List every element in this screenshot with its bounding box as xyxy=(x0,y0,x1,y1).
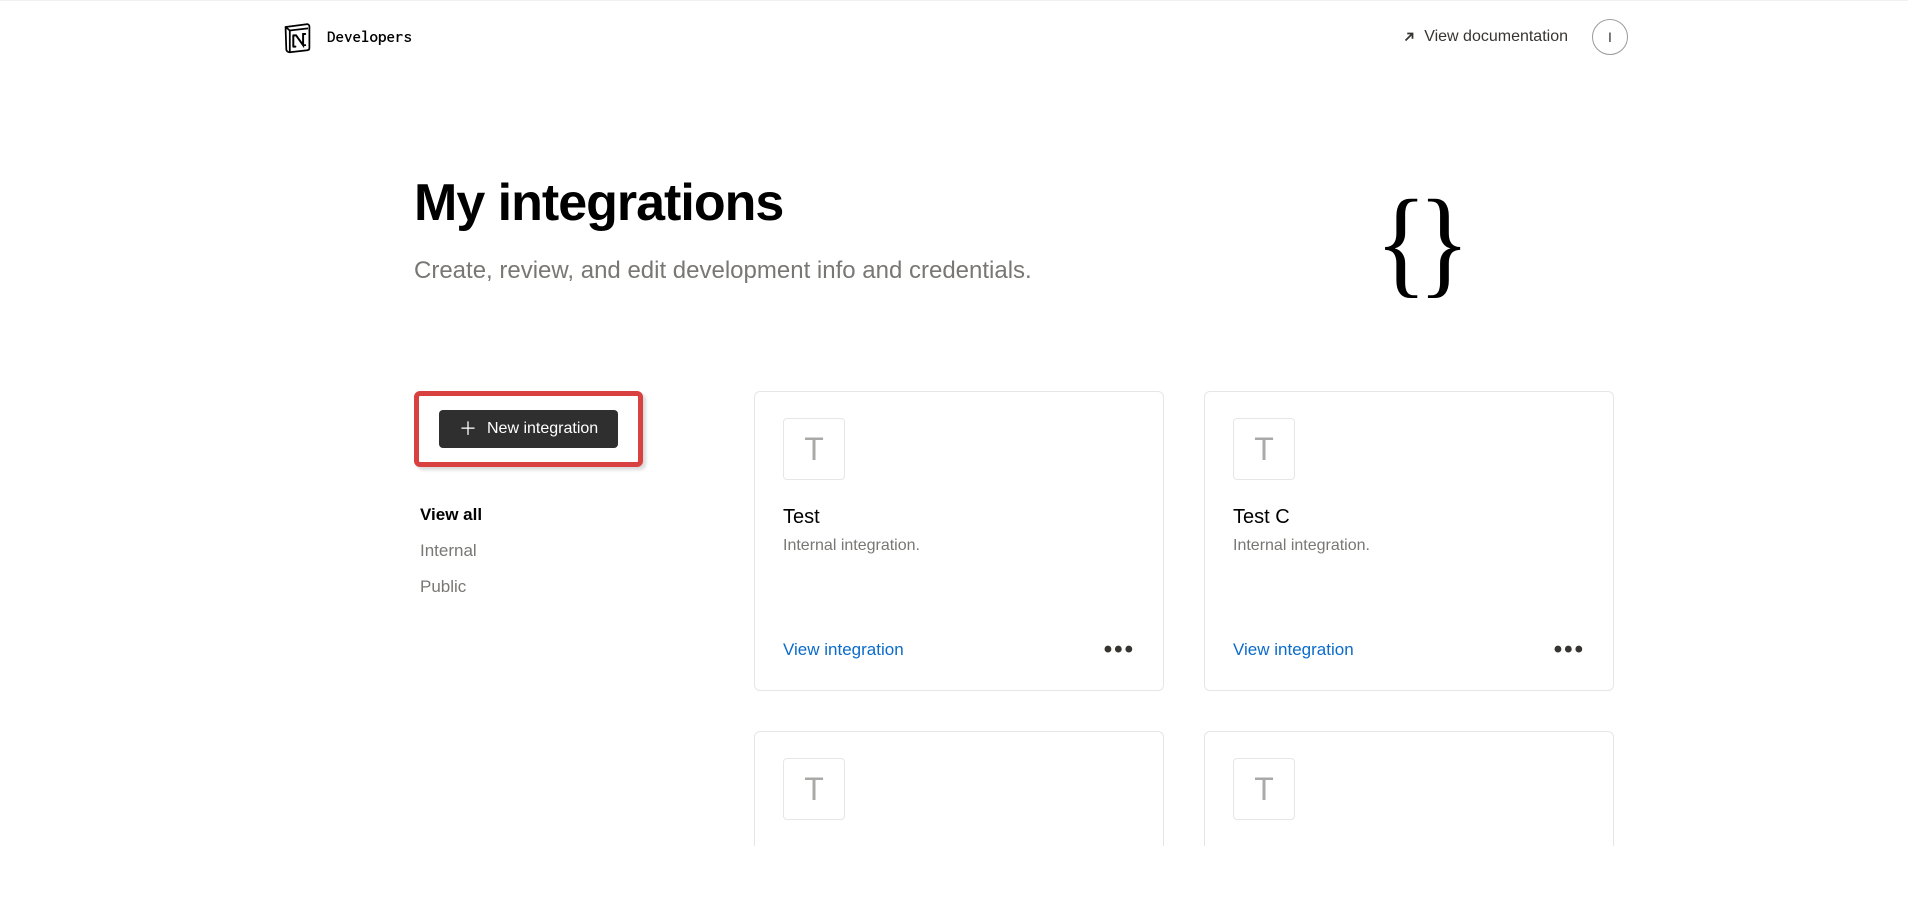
integration-card[interactable]: T xyxy=(754,731,1164,846)
braces-graphic-icon: { } xyxy=(1375,173,1488,311)
view-documentation-link[interactable]: View documentation xyxy=(1402,28,1568,46)
card-footer: View integration ••• xyxy=(783,616,1135,664)
notion-logo-icon[interactable] xyxy=(280,20,315,55)
integration-icon: T xyxy=(783,418,845,480)
integration-title: Test C xyxy=(1233,506,1585,529)
integration-subtitle: Internal integration. xyxy=(783,537,1135,555)
doc-link-label: View documentation xyxy=(1424,28,1568,46)
page-subtitle: Create, review, and edit development inf… xyxy=(414,253,1032,289)
app-header: Developers View documentation I xyxy=(0,0,1908,73)
integration-card[interactable]: T Test Internal integration. View integr… xyxy=(754,391,1164,691)
more-menu-icon[interactable]: ••• xyxy=(1554,636,1585,664)
hero-section: My integrations Create, review, and edit… xyxy=(414,173,1494,311)
avatar-initial: I xyxy=(1608,29,1612,45)
integration-icon: T xyxy=(783,758,845,820)
sidebar: ＋ New integration View all Internal Publ… xyxy=(414,391,714,846)
integration-card[interactable]: T Test C Internal integration. View inte… xyxy=(1204,391,1614,691)
header-right: View documentation I xyxy=(1402,19,1628,55)
header-left: Developers xyxy=(280,20,412,55)
filter-public[interactable]: Public xyxy=(420,569,714,605)
filter-internal[interactable]: Internal xyxy=(420,533,714,569)
new-integration-button[interactable]: ＋ New integration xyxy=(439,410,618,448)
integration-icon: T xyxy=(1233,758,1295,820)
hero-text: My integrations Create, review, and edit… xyxy=(414,173,1032,289)
external-link-icon xyxy=(1402,30,1416,44)
new-integration-label: New integration xyxy=(487,420,598,438)
view-integration-link[interactable]: View integration xyxy=(783,640,904,660)
integration-icon: T xyxy=(1233,418,1295,480)
filter-list: View all Internal Public xyxy=(414,497,714,605)
new-integration-highlight: ＋ New integration xyxy=(414,391,643,467)
brand-label: Developers xyxy=(327,28,412,46)
view-integration-link[interactable]: View integration xyxy=(1233,640,1354,660)
integrations-grid: T Test Internal integration. View integr… xyxy=(754,391,1614,846)
integration-subtitle: Internal integration. xyxy=(1233,537,1585,555)
card-footer: View integration ••• xyxy=(1233,616,1585,664)
plus-icon: ＋ xyxy=(459,420,477,438)
integration-title: Test xyxy=(783,506,1135,529)
user-avatar[interactable]: I xyxy=(1592,19,1628,55)
page-title: My integrations xyxy=(414,173,1032,233)
main-content: My integrations Create, review, and edit… xyxy=(314,73,1594,846)
integration-card[interactable]: T xyxy=(1204,731,1614,846)
content-layout: ＋ New integration View all Internal Publ… xyxy=(414,391,1494,846)
more-menu-icon[interactable]: ••• xyxy=(1104,636,1135,664)
filter-view-all[interactable]: View all xyxy=(420,497,714,533)
